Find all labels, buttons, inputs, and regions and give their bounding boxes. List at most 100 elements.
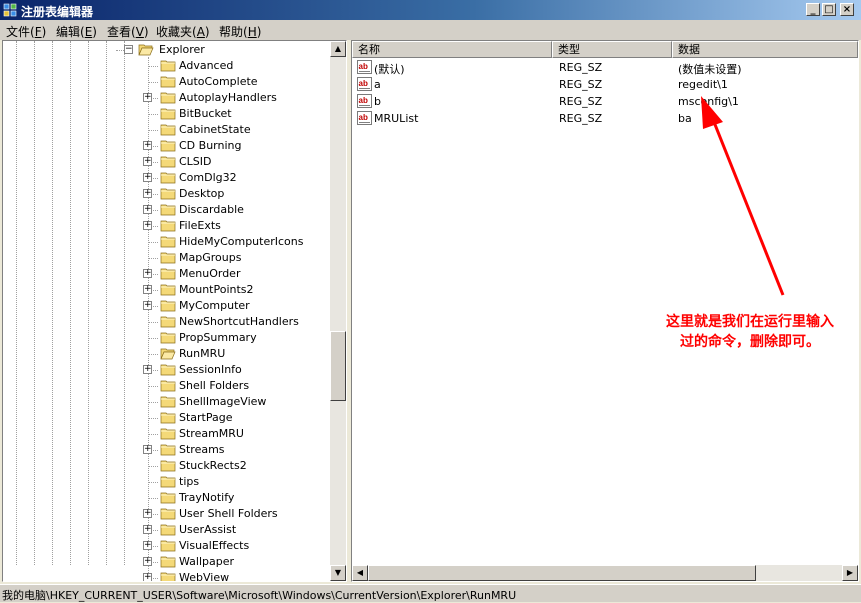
list-scroll-left-button[interactable]: ◀ xyxy=(352,565,368,581)
menu-item-1[interactable]: 编辑(E) xyxy=(56,23,97,40)
value-type-cell: REG_SZ xyxy=(559,112,603,125)
value-row[interactable]: ab MRUList REG_SZ ba xyxy=(352,110,842,127)
expand-icon[interactable]: + xyxy=(143,557,152,566)
tree-item-stuckrects2[interactable]: StuckRects2 xyxy=(3,458,328,474)
tree-item-startpage[interactable]: StartPage xyxy=(3,410,328,426)
tree-item-discardable[interactable]: + Discardable xyxy=(3,202,328,218)
tree-item-autoplayhandlers[interactable]: + AutoplayHandlers xyxy=(3,90,328,106)
status-bar: 我的电脑\HKEY_CURRENT_USER\Software\Microsof… xyxy=(0,584,861,602)
expand-icon[interactable]: + xyxy=(143,525,152,534)
close-button[interactable]: × xyxy=(840,3,854,16)
column-header-name[interactable]: 名称 xyxy=(352,41,552,58)
expand-icon[interactable]: + xyxy=(143,221,152,230)
tree-item-tips[interactable]: tips xyxy=(3,474,328,490)
tree-connector-line xyxy=(148,66,158,67)
expand-icon[interactable]: + xyxy=(143,365,152,374)
tree-connector-line xyxy=(148,434,158,435)
tree-item-comdlg32[interactable]: + ComDlg32 xyxy=(3,170,328,186)
tree-item-shell-folders[interactable]: Shell Folders xyxy=(3,378,328,394)
folder-icon xyxy=(160,268,176,280)
menu-item-4[interactable]: 帮助(H) xyxy=(219,23,261,40)
tree-item-shellimageview[interactable]: ShellImageView xyxy=(3,394,328,410)
collapse-icon[interactable]: − xyxy=(124,45,133,54)
folder-icon xyxy=(160,492,176,504)
tree-item-user-shell-folders[interactable]: + User Shell Folders xyxy=(3,506,328,522)
folder-icon xyxy=(160,444,176,456)
tree-item-cd-burning[interactable]: + CD Burning xyxy=(3,138,328,154)
tree-item-newshortcuthandlers[interactable]: NewShortcutHandlers xyxy=(3,314,328,330)
maximize-button[interactable]: □ xyxy=(822,3,836,16)
folder-icon xyxy=(160,380,176,392)
expand-icon[interactable]: + xyxy=(143,301,152,310)
tree-item-autocomplete[interactable]: AutoComplete xyxy=(3,74,328,90)
annotation-text: 这里就是我们在运行里输入 过的命令，删除即可。 xyxy=(640,312,860,352)
list-scroll-thumb[interactable] xyxy=(368,565,756,581)
expand-icon[interactable]: + xyxy=(143,93,152,102)
menu-item-2[interactable]: 查看(V) xyxy=(107,23,149,40)
tree-item-hidemycomputericons[interactable]: HideMyComputerIcons xyxy=(3,234,328,250)
folder-icon xyxy=(160,300,176,312)
tree-item-userassist[interactable]: + UserAssist xyxy=(3,522,328,538)
tree-item-cabinetstate[interactable]: CabinetState xyxy=(3,122,328,138)
expand-icon[interactable]: + xyxy=(143,205,152,214)
expand-icon[interactable]: + xyxy=(143,541,152,550)
folder-icon xyxy=(160,236,176,248)
menu-item-3[interactable]: 收藏夹(A) xyxy=(156,23,210,40)
value-row[interactable]: ab b REG_SZ msconfig\1 xyxy=(352,93,842,110)
tree-scroll-down-button[interactable]: ▼ xyxy=(330,565,346,581)
tree-item-advanced[interactable]: Advanced xyxy=(3,58,328,74)
tree-item-streammru[interactable]: StreamMRU xyxy=(3,426,328,442)
expand-icon[interactable]: + xyxy=(143,157,152,166)
tree-item-explorer[interactable]: − Explorer xyxy=(3,42,328,58)
expand-icon[interactable]: + xyxy=(143,509,152,518)
list-horizontal-scrollbar[interactable]: ◀ ▶ xyxy=(352,565,858,581)
tree-item-label: CabinetState xyxy=(179,123,251,136)
expand-icon[interactable]: + xyxy=(143,573,152,581)
tree-item-runmru[interactable]: RunMRU xyxy=(3,346,328,362)
tree-item-label: CLSID xyxy=(179,155,212,168)
regedit-app-icon xyxy=(3,3,17,17)
tree-item-mapgroups[interactable]: MapGroups xyxy=(3,250,328,266)
tree-item-fileexts[interactable]: + FileExts xyxy=(3,218,328,234)
tree-item-sessioninfo[interactable]: + SessionInfo xyxy=(3,362,328,378)
tree-item-label: Shell Folders xyxy=(179,379,250,392)
tree-item-propsummary[interactable]: PropSummary xyxy=(3,330,328,346)
expand-icon[interactable]: + xyxy=(143,445,152,454)
menu-item-0[interactable]: 文件(F) xyxy=(6,23,46,40)
column-header-data[interactable]: 数据 xyxy=(672,41,858,58)
values-list-pane[interactable]: 名称 类型 数据 ab (默认) REG_SZ (数值未设置) ab a REG_SZ reg… xyxy=(351,40,859,582)
tree-item-webview[interactable]: + WebView xyxy=(3,570,328,582)
expand-icon[interactable]: + xyxy=(143,269,152,278)
tree-item-bitbucket[interactable]: BitBucket xyxy=(3,106,328,122)
tree-item-traynotify[interactable]: TrayNotify xyxy=(3,490,328,506)
tree-item-menuorder[interactable]: + MenuOrder xyxy=(3,266,328,282)
expand-icon[interactable]: + xyxy=(143,141,152,150)
tree-scroll-thumb[interactable] xyxy=(330,331,346,401)
tree-item-desktop[interactable]: + Desktop xyxy=(3,186,328,202)
svg-text:ab: ab xyxy=(359,113,368,122)
tree-vertical-scrollbar[interactable]: ▲ ▼ xyxy=(330,41,346,581)
tree-connector-line xyxy=(148,114,158,115)
tree-item-label: AutoComplete xyxy=(179,75,258,88)
tree-item-label: WebView xyxy=(179,571,230,582)
tree-item-clsid[interactable]: + CLSID xyxy=(3,154,328,170)
tree-item-wallpaper[interactable]: + Wallpaper xyxy=(3,554,328,570)
folder-icon xyxy=(160,156,176,168)
expand-icon[interactable]: + xyxy=(143,285,152,294)
tree-item-streams[interactable]: + Streams xyxy=(3,442,328,458)
tree-item-label: CD Burning xyxy=(179,139,242,152)
expand-icon[interactable]: + xyxy=(143,173,152,182)
value-row[interactable]: ab a REG_SZ regedit\1 xyxy=(352,76,842,93)
list-scroll-right-button[interactable]: ▶ xyxy=(842,565,858,581)
tree-connector-line xyxy=(148,386,158,387)
key-tree-pane[interactable]: − Explorer Advanced AutoComplete + AutoplayHa… xyxy=(2,40,347,582)
tree-item-mountpoints2[interactable]: + MountPoints2 xyxy=(3,282,328,298)
tree-item-visualeffects[interactable]: + VisualEffects xyxy=(3,538,328,554)
column-header-type[interactable]: 类型 xyxy=(552,41,672,58)
value-row[interactable]: ab (默认) REG_SZ (数值未设置) xyxy=(352,59,842,76)
tree-item-label: FileExts xyxy=(179,219,221,232)
expand-icon[interactable]: + xyxy=(143,189,152,198)
tree-item-mycomputer[interactable]: + MyComputer xyxy=(3,298,328,314)
minimize-button[interactable]: _ xyxy=(806,3,820,16)
tree-scroll-up-button[interactable]: ▲ xyxy=(330,41,346,57)
